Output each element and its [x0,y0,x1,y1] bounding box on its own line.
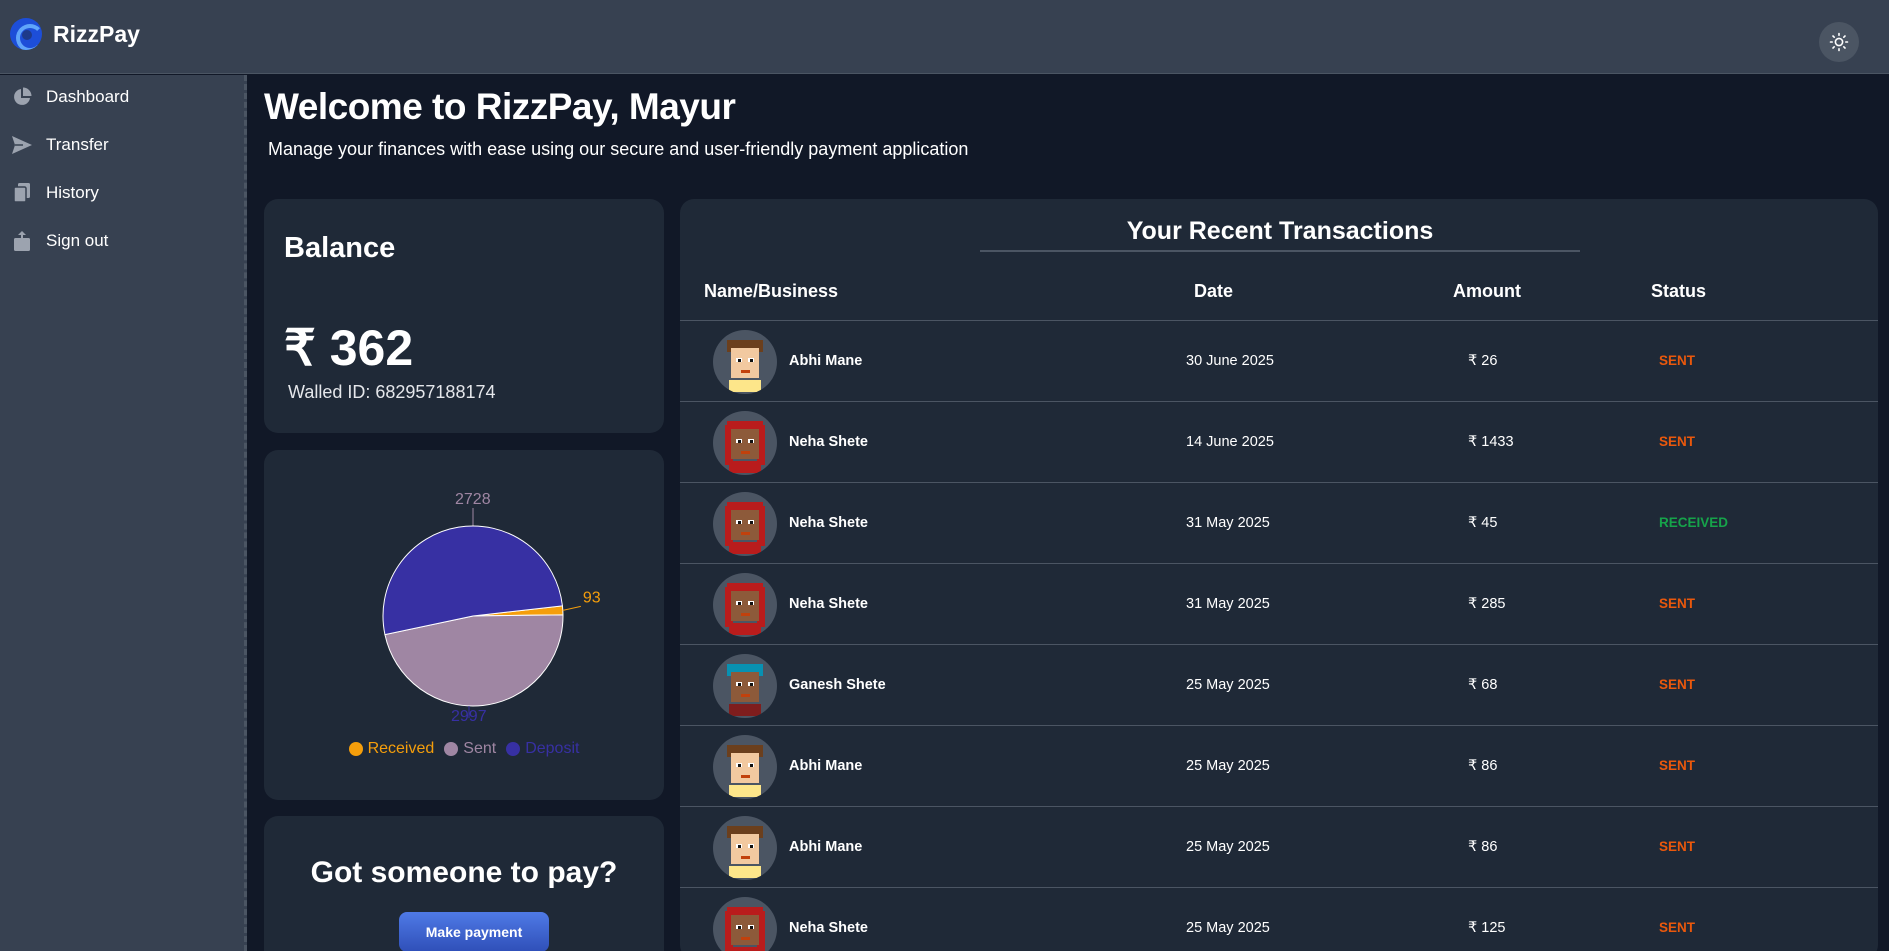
transaction-name: Neha Shete [789,920,868,936]
transaction-name: Abhi Mane [789,758,863,774]
table-row[interactable]: Neha Shete 25 May 2025 ₹ 125 SENT [680,888,1878,951]
transaction-date: 25 May 2025 [1186,758,1270,774]
chart-card: 93 2728 2997 Received Sent Deposit [264,450,664,800]
column-header-amount: Amount [1453,281,1521,301]
pie-chart-icon [11,86,33,108]
table-row[interactable]: Neha Shete 31 May 2025 ₹ 45 RECEIVED [680,483,1878,564]
legend-label: Deposit [525,740,580,757]
status-badge: RECEIVED [1659,515,1729,530]
transaction-date: 30 June 2025 [1186,353,1274,369]
pie-value-label: 2728 [455,491,491,508]
transaction-date: 25 May 2025 [1186,677,1270,693]
transaction-name: Neha Shete [789,596,868,612]
top-bar: RizzPay [0,0,1889,74]
legend-dot [444,742,459,756]
page-title: Welcome to RizzPay, Mayur [264,86,736,127]
transaction-amount: ₹ 285 [1468,596,1506,612]
chart-legend: Received Sent Deposit [264,740,664,758]
brand[interactable]: RizzPay [10,18,140,50]
legend-dot [506,742,521,756]
transaction-date: 25 May 2025 [1186,839,1270,855]
avatar [713,411,777,475]
column-header-date: Date [1194,281,1234,301]
legend-dot [348,742,363,756]
sidebar-item-label: Sign out [46,231,109,250]
transaction-amount: ₹ 1433 [1468,434,1514,450]
sidebar-item-label: Transfer [46,135,109,154]
sidebar-item-sign-out[interactable]: Sign out [0,221,244,261]
pie-value-label: 2997 [451,708,487,725]
legend-label: Received [367,740,435,757]
sidebar: Dashboard Transfer History Sign out [0,75,247,951]
transaction-date: 31 May 2025 [1186,596,1270,612]
table-row[interactable]: Abhi Mane 25 May 2025 ₹ 86 SENT [680,807,1878,888]
status-badge: SENT [1659,596,1696,611]
column-header-status: Status [1651,281,1707,301]
pay-card: Got someone to pay? Make payment [264,816,664,951]
transaction-name: Neha Shete [789,515,868,531]
balance-title: Balance [284,232,396,264]
status-badge: SENT [1659,758,1696,773]
make-payment-button[interactable]: Make payment [399,912,549,951]
avatar [713,492,777,556]
transaction-amount: ₹ 86 [1468,758,1498,774]
transaction-amount: ₹ 86 [1468,839,1498,855]
sidebar-item-label: History [46,183,99,202]
avatar [713,654,777,718]
sun-icon [1829,32,1849,52]
page-subtitle: Manage your finances with ease using our… [268,139,969,159]
legend-item-received[interactable]: Received [348,740,435,758]
avatar [713,816,777,880]
transaction-date: 25 May 2025 [1186,920,1270,936]
status-badge: SENT [1659,677,1696,692]
table-row[interactable]: Ganesh Shete 25 May 2025 ₹ 68 SENT [680,645,1878,726]
sidebar-item-history[interactable]: History [0,173,244,213]
theme-toggle-button[interactable] [1819,22,1859,62]
transaction-amount: ₹ 125 [1468,920,1506,936]
status-badge: SENT [1659,920,1696,935]
transaction-name: Ganesh Shete [789,677,886,693]
wallet-id: Walled ID: 682957188174 [288,382,496,402]
status-badge: SENT [1659,839,1696,854]
transaction-amount: ₹ 26 [1468,353,1498,369]
table-row[interactable]: Neha Shete 31 May 2025 ₹ 285 SENT [680,564,1878,645]
transaction-amount: ₹ 45 [1468,515,1498,531]
transaction-amount: ₹ 68 [1468,677,1498,693]
table-row[interactable]: Abhi Mane 25 May 2025 ₹ 86 SENT [680,726,1878,807]
avatar [713,735,777,799]
pie-label-line [562,605,581,611]
avatar [713,897,777,951]
status-badge: SENT [1659,434,1696,449]
avatar [713,573,777,637]
transactions-card: Your Recent Transactions Name/Business D… [680,199,1878,951]
balance-card: Balance ₹ 362 Walled ID: 682957188174 [264,199,664,433]
transactions-title: Your Recent Transactions [980,217,1580,252]
legend-item-deposit[interactable]: Deposit [506,740,579,758]
status-badge: SENT [1659,353,1696,368]
pie-chart: 93 2728 2997 [382,491,601,725]
pay-card-title: Got someone to pay? [310,856,618,889]
sign-out-icon [11,230,33,252]
table-row[interactable]: Abhi Mane 30 June 2025 ₹ 26 SENT [680,321,1878,402]
transaction-date: 31 May 2025 [1186,515,1270,531]
legend-item-sent[interactable]: Sent [444,740,496,758]
transaction-date: 14 June 2025 [1186,434,1274,450]
sidebar-item-dashboard[interactable]: Dashboard [0,77,244,117]
transaction-name: Abhi Mane [789,839,863,855]
app-name: RizzPay [53,20,140,47]
send-icon [11,134,33,156]
pie-value-label: 93 [583,589,601,606]
documents-icon [11,182,33,204]
legend-label: Sent [463,740,497,757]
rizzpay-logo-icon [10,18,42,50]
sidebar-item-label: Dashboard [46,87,130,106]
sidebar-item-transfer[interactable]: Transfer [0,125,244,165]
column-header-name: Name/Business [704,281,839,301]
table-row[interactable]: Neha Shete 14 June 2025 ₹ 1433 SENT [680,402,1878,483]
balance-amount: ₹ 362 [284,320,414,376]
avatar [713,330,777,394]
transaction-name: Abhi Mane [789,353,863,369]
transaction-name: Neha Shete [789,434,868,450]
